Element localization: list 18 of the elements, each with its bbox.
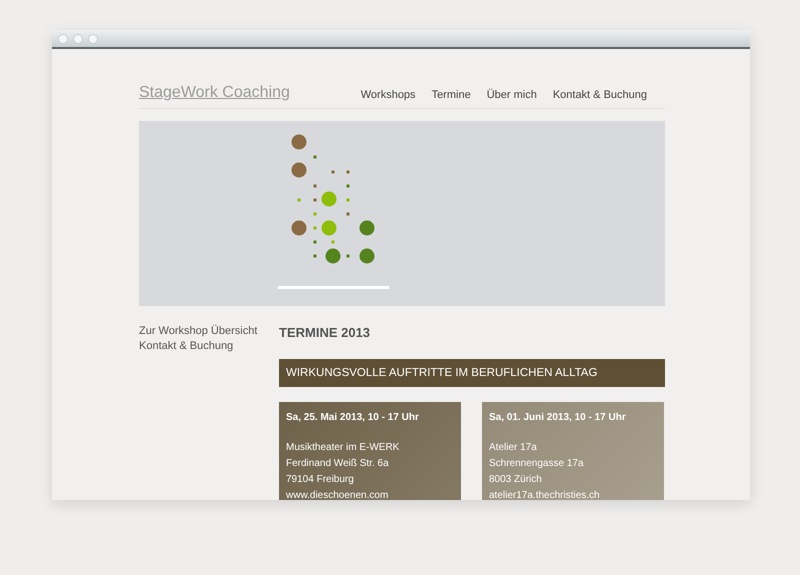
nav-link-item[interactable]: Über mich <box>486 86 537 103</box>
workshop-banner: WIRKUNGSVOLLE AUFTRITTE IM BERUFLICHEN ALLTAG <box>279 359 665 387</box>
nav-link-item[interactable]: Workshops <box>360 86 416 103</box>
event-detail: atelier17a.thechristies.ch <box>489 489 601 500</box>
event-detail: 8003 Zürich <box>489 473 543 487</box>
event-detail: www.dieschoenen.com <box>286 489 390 500</box>
sidebar-link[interactable]: Zur Workshop Übersicht <box>139 324 279 339</box>
event-detail: Atelier 17a <box>489 441 538 455</box>
event-detail: Schrennengasse 17a <box>489 457 585 471</box>
sidebar-link[interactable]: Kontakt & Buchung <box>139 339 279 354</box>
event-date: Sa, 01. Juni 2013, 10 - 17 Uhr <box>489 411 627 425</box>
section-heading: TERMINE 2013 <box>279 324 372 341</box>
event-detail: Ferdinand Weiß Str. 6a <box>286 457 390 471</box>
event-detail: Musiktheater im E-WERK <box>286 441 400 455</box>
nav-link-item[interactable]: Termine <box>432 86 471 103</box>
event-date: Sa, 25. Mai 2013, 10 - 17 Uhr <box>286 411 420 425</box>
event-detail: 79104 Freiburg <box>286 473 355 487</box>
nav-link-item[interactable]: Kontakt & Buchung <box>552 86 647 103</box>
